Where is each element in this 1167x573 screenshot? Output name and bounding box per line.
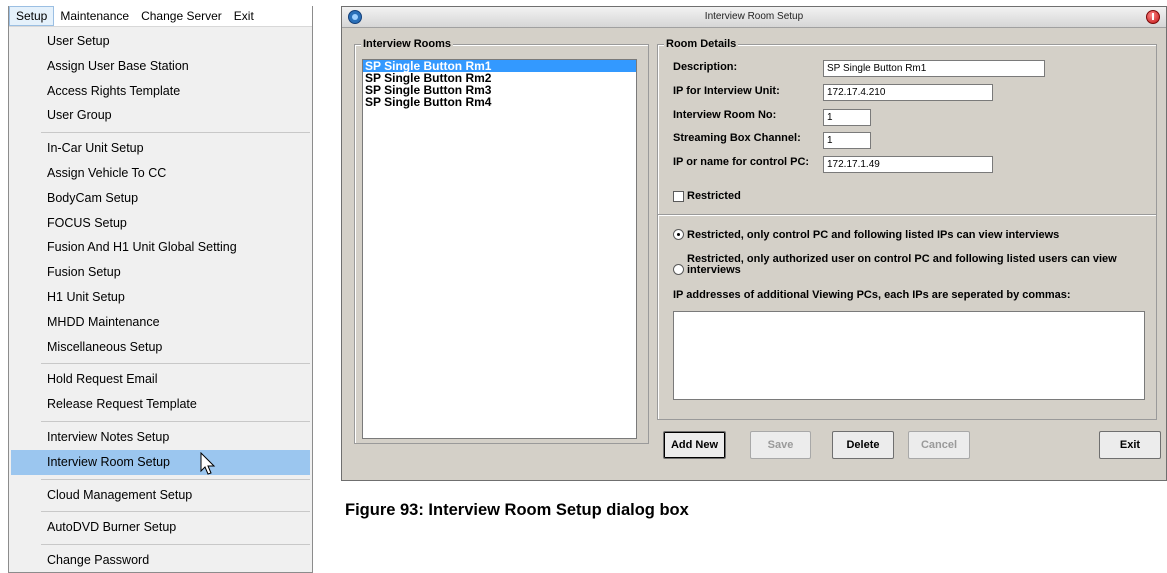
menu-setup[interactable]: Setup [9, 6, 55, 26]
menu-item-access-rights-template[interactable]: Access Rights Template [9, 79, 312, 104]
ip-interview-unit-label: IP for Interview Unit: [673, 85, 780, 97]
menu-item-focus-setup[interactable]: FOCUS Setup [9, 211, 312, 236]
menu-item-in-car-unit-setup[interactable]: In-Car Unit Setup [9, 136, 312, 161]
control-pc-field[interactable]: 172.17.1.49 [823, 156, 993, 173]
menu-item-bodycam-setup[interactable]: BodyCam Setup [9, 186, 312, 211]
menu-exit[interactable]: Exit [228, 6, 260, 26]
viewing-ips-label: IP addresses of additional Viewing PCs, … [673, 289, 1071, 301]
restriction-option2-label-line2: interviews [687, 264, 741, 276]
description-field[interactable]: SP Single Button Rm1 [823, 60, 1045, 77]
cancel-button[interactable]: Cancel [908, 431, 970, 459]
restricted-label: Restricted [687, 190, 741, 202]
menu-separator [41, 132, 310, 134]
setup-dropdown: User Setup Assign User Base Station Acce… [9, 29, 312, 572]
restriction-option1-radio[interactable] [673, 229, 684, 240]
menu-separator [41, 544, 310, 546]
room-details-label: Room Details [664, 38, 739, 50]
streaming-box-channel-label: Streaming Box Channel: [673, 132, 801, 144]
figure-caption: Figure 93: Interview Room Setup dialog b… [345, 501, 689, 519]
restriction-option2-label-line1: Restricted, only authorized user on cont… [687, 253, 1117, 265]
menu-item-mhdd-maintenance[interactable]: MHDD Maintenance [9, 310, 312, 335]
menu-item-autodvd-burner-setup[interactable]: AutoDVD Burner Setup [9, 515, 312, 540]
restriction-option1-label: Restricted, only control PC and followin… [687, 229, 1060, 241]
menu-separator [41, 478, 310, 480]
restriction-options-panel: Restricted, only control PC and followin… [658, 214, 1156, 420]
menu-item-interview-room-setup[interactable]: Interview Room Setup [11, 449, 310, 475]
interview-rooms-list[interactable]: SP Single Button Rm1 SP Single Button Rm… [362, 59, 637, 439]
menu-change-server[interactable]: Change Server [135, 6, 228, 26]
interview-rooms-label: Interview Rooms [361, 38, 454, 50]
viewing-ips-textarea[interactable] [673, 311, 1145, 400]
restricted-checkbox[interactable] [673, 191, 684, 202]
menubar: Setup Maintenance Change Server Exit [9, 6, 312, 27]
menu-item-assign-user-base-station[interactable]: Assign User Base Station [9, 54, 312, 79]
menu-separator [41, 420, 310, 422]
menu-item-hold-request-email[interactable]: Hold Request Email [9, 367, 312, 392]
dialog-titlebar[interactable]: Interview Room Setup [342, 7, 1166, 28]
setup-menu-panel: Setup Maintenance Change Server Exit Use… [8, 6, 313, 573]
ip-interview-unit-field[interactable]: 172.17.4.210 [823, 84, 993, 101]
menu-item-release-request-template[interactable]: Release Request Template [9, 392, 312, 417]
menu-maintenance[interactable]: Maintenance [54, 6, 135, 26]
description-label: Description: [673, 61, 738, 73]
exit-button[interactable]: Exit [1099, 431, 1161, 459]
menu-separator [41, 363, 310, 365]
interview-room-no-label: Interview Room No: [673, 109, 777, 121]
room-details-group: Room Details Description: SP Single Butt… [657, 38, 1157, 420]
menu-item-fusion-h1-global-setting[interactable]: Fusion And H1 Unit Global Setting [9, 235, 312, 260]
close-icon[interactable] [1146, 10, 1160, 24]
menu-item-user-setup[interactable]: User Setup [9, 29, 312, 54]
control-pc-label: IP or name for control PC: [673, 156, 810, 168]
menu-item-change-password[interactable]: Change Password [9, 548, 312, 572]
menu-separator [41, 511, 310, 513]
menu-item-cloud-management-setup[interactable]: Cloud Management Setup [9, 483, 312, 508]
menu-item-user-group[interactable]: User Group [9, 103, 312, 128]
menu-item-interview-notes-setup[interactable]: Interview Notes Setup [9, 425, 312, 450]
mouse-cursor-icon [200, 452, 216, 475]
save-button[interactable]: Save [750, 431, 811, 459]
menu-item-h1-unit-setup[interactable]: H1 Unit Setup [9, 285, 312, 310]
restriction-option2-radio[interactable] [673, 264, 684, 275]
streaming-box-channel-field[interactable]: 1 [823, 132, 871, 149]
dialog-title: Interview Room Setup [704, 11, 804, 22]
delete-button[interactable]: Delete [832, 431, 894, 459]
interview-rooms-group: Interview Rooms SP Single Button Rm1 SP … [354, 38, 649, 444]
menu-item-miscellaneous-setup[interactable]: Miscellaneous Setup [9, 335, 312, 360]
menu-item-assign-vehicle-to-cc[interactable]: Assign Vehicle To CC [9, 161, 312, 186]
interview-room-no-field[interactable]: 1 [823, 109, 871, 126]
add-new-button[interactable]: Add New [663, 431, 726, 459]
menu-item-fusion-setup[interactable]: Fusion Setup [9, 260, 312, 285]
room-list-item[interactable]: SP Single Button Rm4 [363, 96, 636, 108]
interview-room-setup-dialog: Interview Room Setup Interview Rooms SP … [341, 6, 1167, 481]
